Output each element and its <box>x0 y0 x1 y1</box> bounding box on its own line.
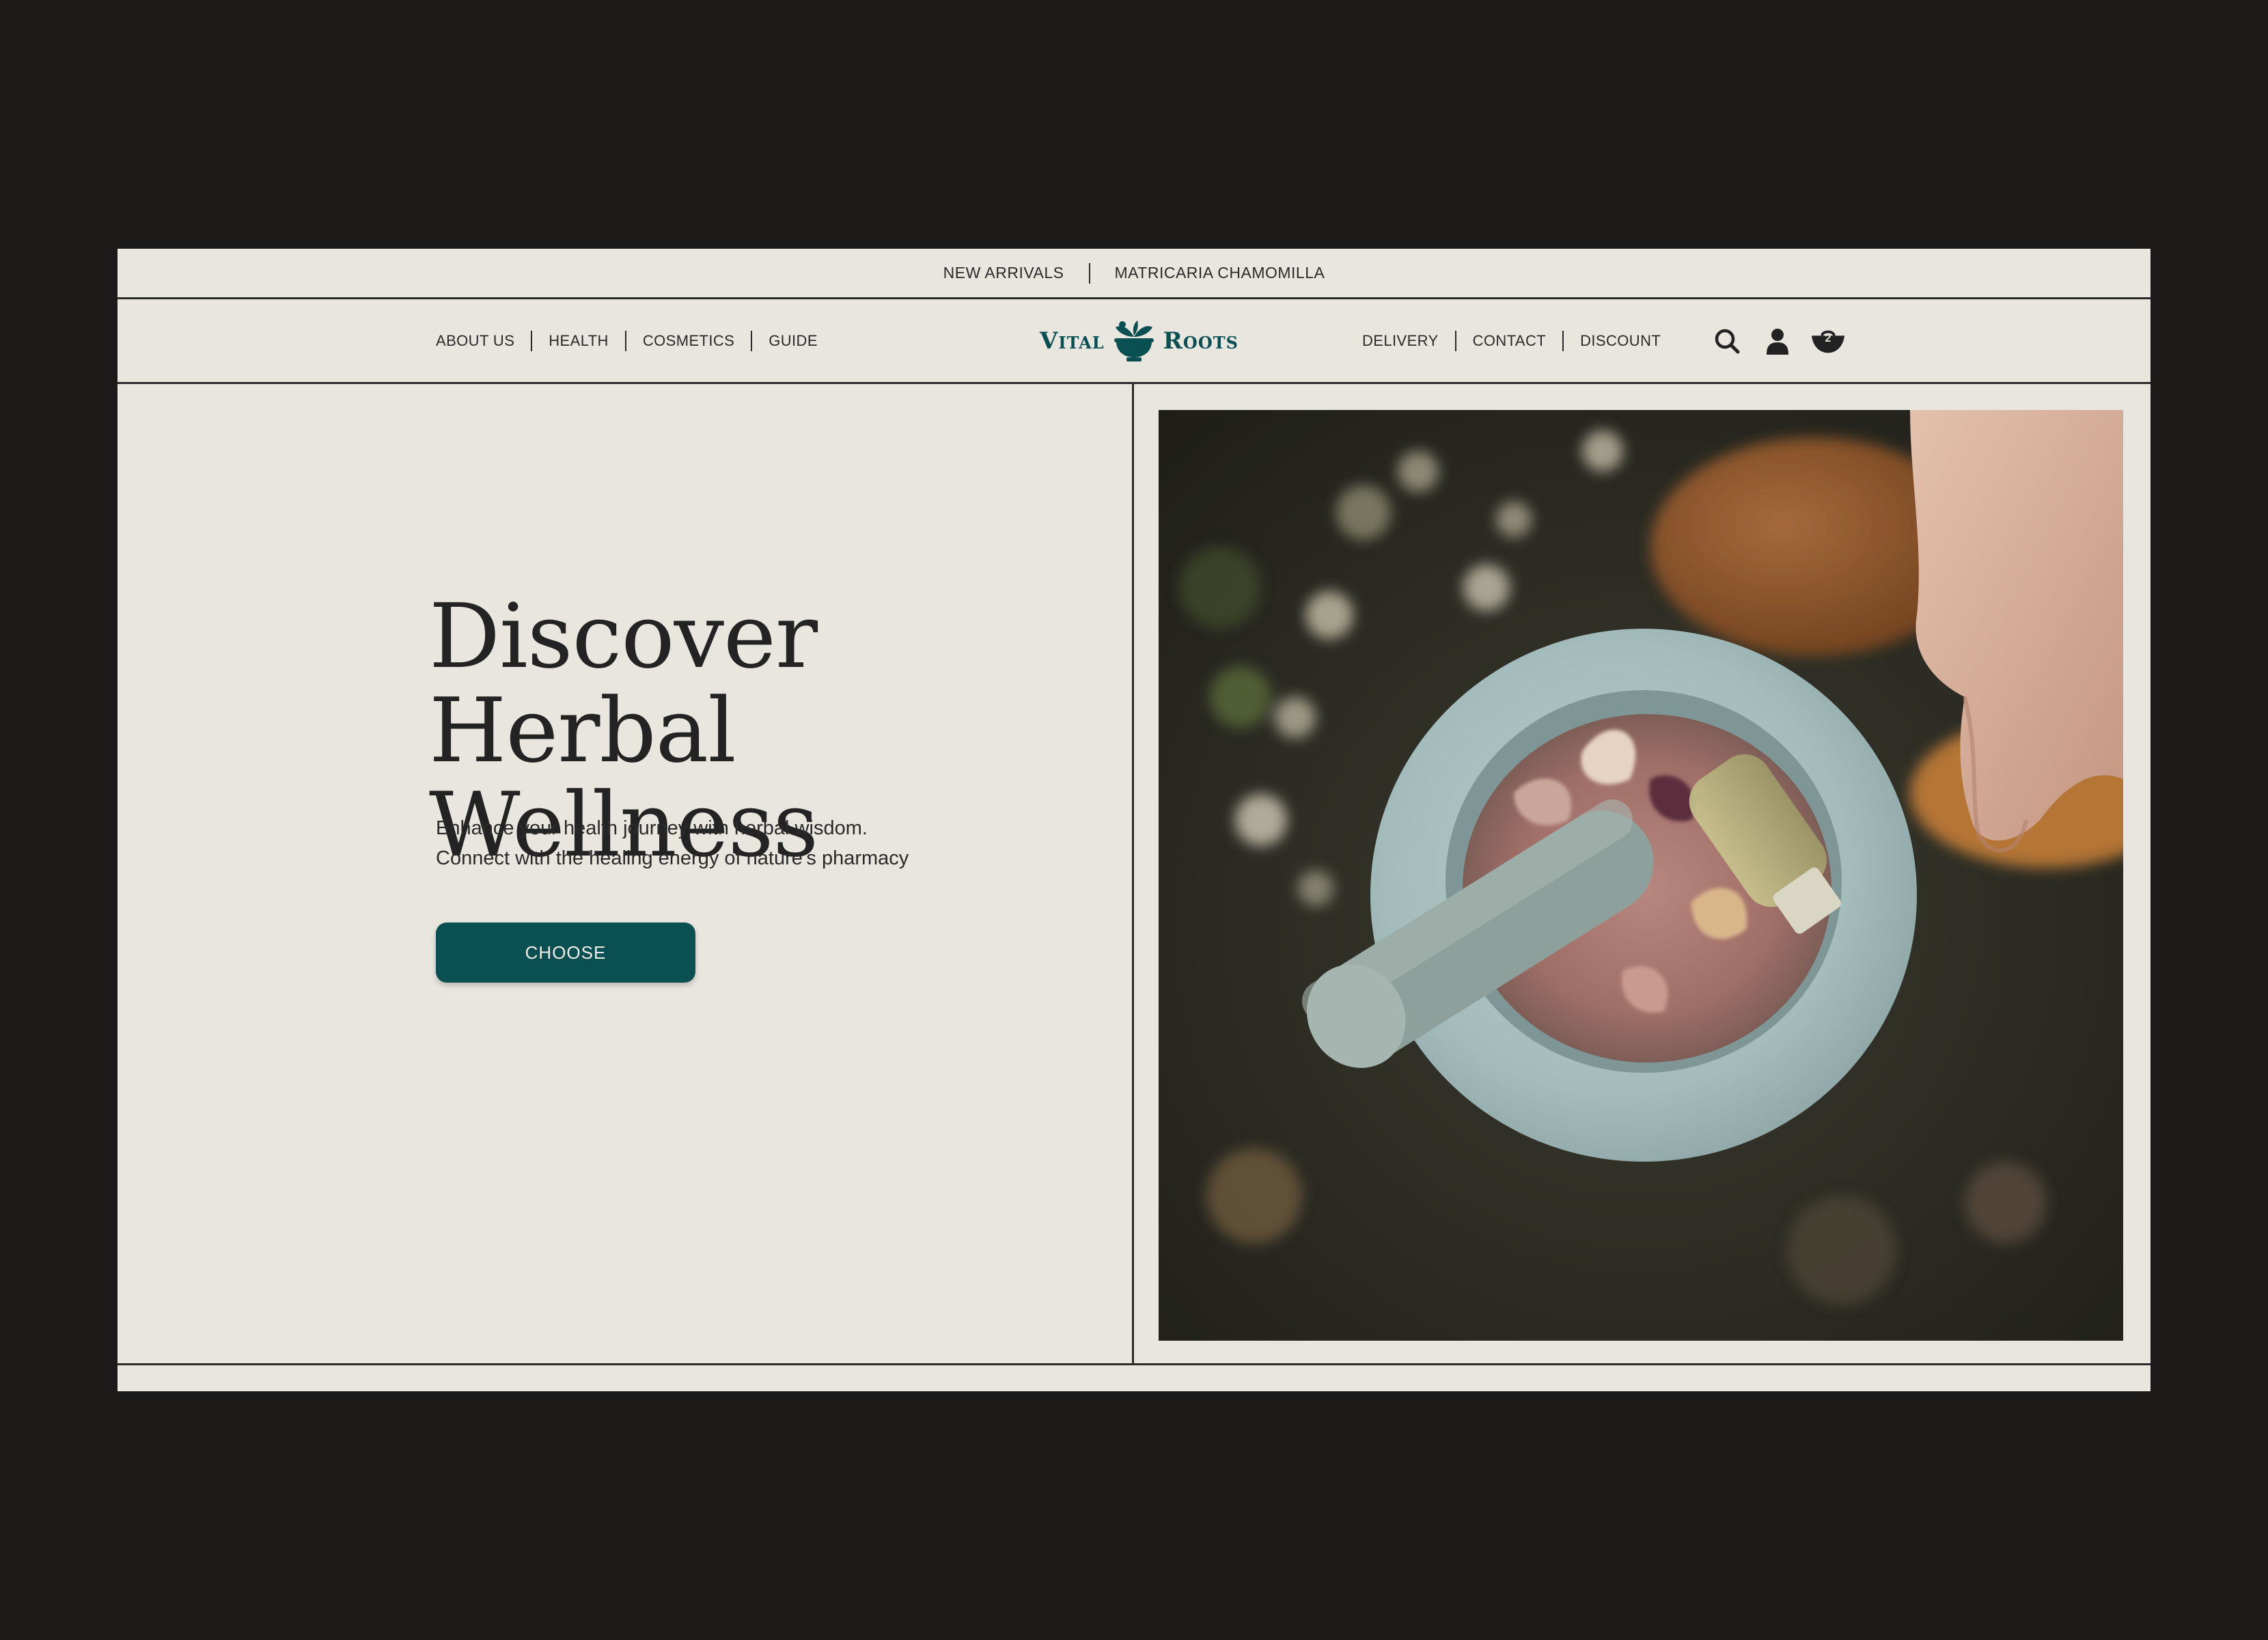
nav-item-delivery[interactable]: DELIVERY <box>1362 332 1439 350</box>
hero-subtitle: Enhance your health journey with herbal … <box>436 813 1051 873</box>
divider <box>1454 330 1456 351</box>
site-logo[interactable]: Vital Roots <box>1040 299 1239 382</box>
hero-subtitle-line-2: Connect with the healing energy of natur… <box>436 847 909 869</box>
choose-button[interactable]: CHOOSE <box>436 922 695 983</box>
main-navigation: ABOUT US HEALTH COSMETICS GUIDE Vital Ro… <box>117 299 2151 384</box>
cart-icon[interactable]: 2 <box>1810 323 1846 359</box>
nav-left-group: ABOUT US HEALTH COSMETICS GUIDE <box>436 299 818 382</box>
nav-item-cosmetics[interactable]: COSMETICS <box>643 332 734 350</box>
divider <box>1562 330 1564 351</box>
nav-right-group: DELIVERY CONTACT DISCOUNT <box>1362 299 1661 382</box>
nav-item-health[interactable]: HEALTH <box>549 332 609 350</box>
topbar-link-chamomilla[interactable]: MATRICARIA CHAMOMILLA <box>1115 264 1325 282</box>
bottom-divider <box>117 1363 2151 1365</box>
logo-word-roots: Roots <box>1163 327 1239 355</box>
nav-item-contact[interactable]: CONTACT <box>1473 332 1547 350</box>
hero-text-panel: Discover Herbal Wellness Enhance your he… <box>117 384 1134 1365</box>
nav-item-guide[interactable]: GUIDE <box>769 332 818 350</box>
header-icons: 2 <box>1709 299 1846 382</box>
page-frame: NEW ARRIVALS MATRICARIA CHAMOMILLA ABOUT… <box>117 249 2151 1391</box>
divider <box>751 330 753 351</box>
hero-subtitle-line-1: Enhance your health journey with herbal … <box>436 817 868 839</box>
mortar-leaf-icon <box>1111 319 1157 363</box>
divider <box>531 330 533 351</box>
topbar-link-new-arrivals[interactable]: NEW ARRIVALS <box>943 264 1064 282</box>
nav-item-about-us[interactable]: ABOUT US <box>436 332 514 350</box>
user-icon[interactable] <box>1760 323 1795 359</box>
cart-count-badge: 2 <box>1825 332 1831 344</box>
nav-item-discount[interactable]: DISCOUNT <box>1580 332 1661 350</box>
hero-image-mortar-pestle <box>1159 410 2123 1341</box>
search-icon[interactable] <box>1709 323 1745 359</box>
divider <box>624 330 626 351</box>
logo-word-vital: Vital <box>1040 327 1105 355</box>
hero-title-line-1: Discover Herbal <box>429 584 818 782</box>
divider <box>1088 262 1090 284</box>
top-announcement-bar: NEW ARRIVALS MATRICARIA CHAMOMILLA <box>117 249 2151 299</box>
